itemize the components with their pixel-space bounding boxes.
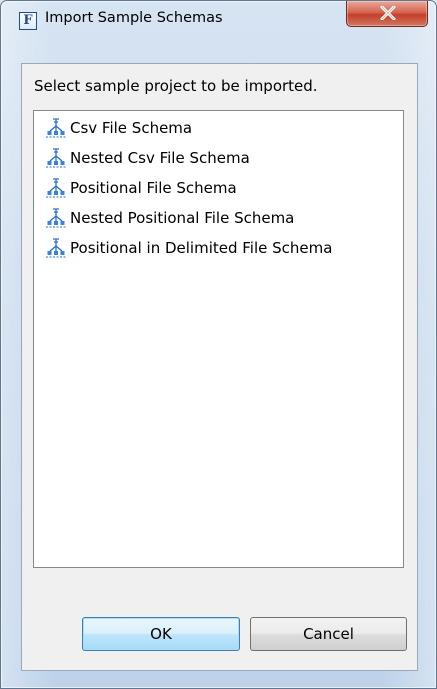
title-bar[interactable]: F Import Sample Schemas (1, 1, 436, 37)
instruction-text: Select sample project to be imported. (34, 77, 318, 95)
list-item-label: Positional in Delimited File Schema (70, 239, 333, 257)
schema-tree-icon (46, 148, 66, 168)
list-item[interactable]: Nested Positional File Schema (44, 203, 399, 233)
app-logo-icon: F (19, 12, 37, 30)
list-item[interactable]: Positional in Delimited File Schema (44, 233, 399, 263)
schema-tree-icon (46, 208, 66, 228)
list-item[interactable]: Positional File Schema (44, 173, 399, 203)
close-button[interactable] (346, 1, 428, 27)
schema-tree-icon (46, 238, 66, 258)
ok-button[interactable]: OK (82, 617, 240, 651)
schema-tree-icon (46, 178, 66, 198)
dialog-window: F Import Sample Schemas Select sample pr… (0, 0, 437, 689)
list-item-label: Positional File Schema (70, 179, 237, 197)
schema-tree-icon (46, 118, 66, 138)
list-item[interactable]: Nested Csv File Schema (44, 143, 399, 173)
dialog-body: Select sample project to be imported. Cs… (21, 63, 418, 671)
list-item-label: Csv File Schema (70, 119, 193, 137)
window-title: Import Sample Schemas (45, 10, 223, 26)
list-item-label: Nested Positional File Schema (70, 209, 295, 227)
close-icon (380, 6, 396, 20)
list-item-label: Nested Csv File Schema (70, 149, 250, 167)
sample-project-list[interactable]: Csv File Schema Nested Csv File Schema P… (33, 110, 404, 568)
list-item[interactable]: Csv File Schema (44, 113, 399, 143)
cancel-button[interactable]: Cancel (250, 617, 407, 651)
